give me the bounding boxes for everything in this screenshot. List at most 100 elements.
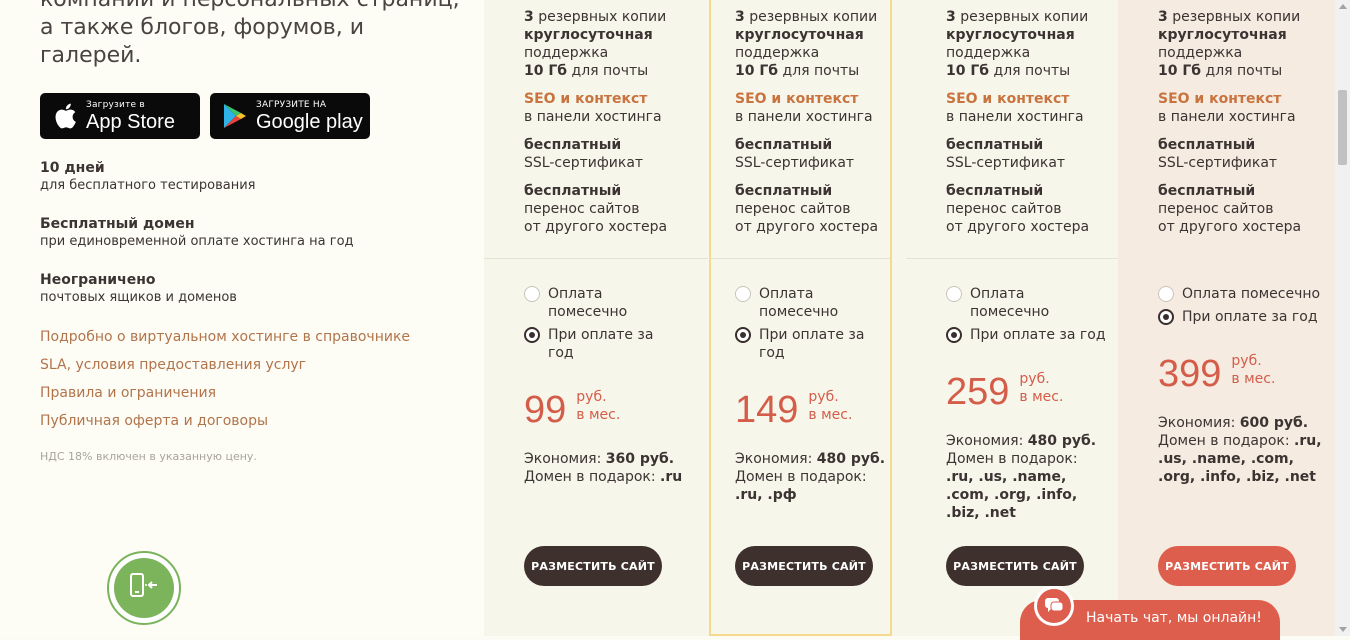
google-play-badge[interactable]: ЗАГРУЗИТЕ НА Google play — [210, 93, 370, 139]
google-play-big: Google play — [256, 110, 363, 133]
gift-domains: .com, .org, .info, — [946, 487, 1078, 503]
backups-num: 3 — [524, 9, 534, 25]
plan-price: 149 руб. в мес. — [735, 389, 853, 430]
plan-savings: Экономия: 480 руб. Домен в подарок: .ru,… — [946, 432, 1096, 522]
scroll-up-arrow-icon[interactable] — [1339, 4, 1347, 9]
radio-button-selected[interactable] — [1158, 309, 1174, 325]
transfer-text: перенос сайтов — [946, 201, 1062, 217]
support-text: поддержка — [524, 45, 609, 61]
transfer-text: от другого хостера — [1158, 219, 1302, 235]
radio-yearly[interactable]: При оплате за год — [735, 326, 864, 362]
radio-label: Оплата — [548, 286, 603, 302]
radio-button-selected[interactable] — [524, 327, 540, 343]
plan-ssl: бесплатный SSL-сертификат — [524, 136, 643, 172]
support-bold: круглосуточная — [946, 27, 1075, 43]
gift-domains: .biz, .net — [946, 505, 1016, 521]
radio-label: При оплате за — [548, 327, 654, 343]
place-site-button[interactable]: РАЗМЕСТИТЬ САЙТ — [946, 546, 1084, 586]
radio-button[interactable] — [735, 286, 751, 302]
savings-value: 600 руб. — [1239, 415, 1309, 431]
mail-bold: 10 Гб — [1158, 63, 1202, 79]
radio-monthly[interactable]: Оплата помесечно — [1158, 285, 1320, 303]
seo-bold: SEO и контекст — [524, 91, 648, 107]
mail-text: для почты — [567, 63, 649, 79]
link-offer[interactable]: Публичная оферта и договоры — [40, 412, 268, 430]
ssl-bold: бесплатный — [524, 137, 622, 153]
gift-label: Домен в подарок: — [1158, 433, 1290, 449]
plan-price: 259 руб. в мес. — [946, 371, 1063, 412]
radio-yearly[interactable]: При оплате за год — [946, 326, 1106, 344]
mobile-callback-button[interactable] — [107, 551, 181, 625]
price-period: в мес. — [808, 407, 853, 423]
radio-button[interactable] — [524, 286, 540, 302]
backups-text: резервных копии — [955, 9, 1089, 25]
seo-text: в панели хостинга — [735, 109, 873, 125]
support-text: поддержка — [1158, 45, 1243, 61]
gift-label: Домен в подарок: — [524, 469, 656, 485]
radio-button[interactable] — [946, 286, 962, 302]
radio-yearly[interactable]: При оплате за год — [1158, 308, 1318, 326]
feature-free-domain: Бесплатный домен при единовременной опла… — [40, 215, 354, 251]
plan-savings: Экономия: 600 руб. Домен в подарок: .ru,… — [1158, 414, 1322, 486]
seo-bold: SEO и контекст — [946, 91, 1070, 107]
backups-text: резервных копии — [533, 9, 667, 25]
radio-button-selected[interactable] — [946, 327, 962, 343]
plan-seo: SEO и контекст в панели хостинга — [1158, 90, 1296, 126]
scrollbar[interactable] — [1335, 0, 1350, 636]
plan-features: 3 резервных копии круглосуточная поддерж… — [1158, 8, 1300, 80]
savings-value: 480 руб. — [816, 451, 886, 467]
feature-unlimited: Неограничено почтовых ящиков и доменов — [40, 271, 237, 307]
plan-features: 3 резервных копии круглосуточная поддерж… — [946, 8, 1088, 80]
plan-features: 3 резервных копии круглосуточная поддерж… — [524, 8, 666, 80]
place-site-button[interactable]: РАЗМЕСТИТЬ САЙТ — [524, 546, 662, 586]
feature-title: 10 дней — [40, 160, 105, 176]
seo-text: в панели хостинга — [946, 109, 1084, 125]
ssl-bold: бесплатный — [946, 137, 1044, 153]
plan-card: 3 резервных копии круглосуточная поддерж… — [484, 0, 708, 636]
transfer-text: перенос сайтов — [735, 201, 851, 217]
radio-yearly[interactable]: При оплате за год — [524, 326, 653, 362]
chat-widget[interactable]: Начать чат, мы онлайн! — [1020, 586, 1280, 640]
ssl-text: SSL-сертификат — [1158, 155, 1278, 171]
app-store-badge[interactable]: Загрузите в App Store — [40, 93, 200, 139]
divider — [484, 258, 708, 259]
plan-ssl: бесплатный SSL-сертификат — [1158, 136, 1277, 172]
scrollbar-thumb[interactable] — [1338, 90, 1347, 165]
chat-label: Начать чат, мы онлайн! — [1086, 610, 1262, 626]
price-period: в мес. — [1231, 371, 1276, 387]
price-currency: руб. — [576, 389, 607, 405]
link-sla[interactable]: SLA, условия предоставления услуг — [40, 356, 306, 374]
ssl-text: SSL-сертификат — [524, 155, 644, 171]
seo-bold: SEO и контекст — [735, 91, 859, 107]
transfer-text: перенос сайтов — [1158, 201, 1274, 217]
place-site-button[interactable]: РАЗМЕСТИТЬ САЙТ — [735, 546, 873, 586]
transfer-text: от другого хостера — [524, 219, 668, 235]
place-site-button[interactable]: РАЗМЕСТИТЬ САЙТ — [1158, 546, 1296, 586]
radio-monthly[interactable]: Оплата помесечно — [735, 285, 838, 321]
feature-sub: почтовых ящиков и доменов — [40, 290, 237, 305]
scroll-down-arrow-icon[interactable] — [1339, 627, 1347, 632]
apple-icon — [52, 101, 78, 131]
google-play-small: ЗАГРУЗИТЕ НА — [256, 99, 327, 110]
radio-monthly[interactable]: Оплата помесечно — [524, 285, 627, 321]
gift-domains: .ru — [660, 469, 683, 485]
price-period: в мес. — [576, 407, 621, 423]
radio-button-selected[interactable] — [735, 327, 751, 343]
gift-label: Домен в подарок: — [735, 469, 867, 485]
savings-label: Экономия: — [946, 433, 1024, 449]
radio-label: год — [759, 345, 785, 361]
radio-button[interactable] — [1158, 286, 1174, 302]
link-hosting-help[interactable]: Подробно о виртуальном хостинге в справо… — [40, 328, 410, 346]
mail-text: для почты — [1201, 63, 1283, 79]
tagline: компаний и персональных страниц, а также… — [40, 0, 460, 68]
plan-transfer: бесплатный перенос сайтов от другого хос… — [524, 182, 667, 236]
support-bold: круглосуточная — [524, 27, 653, 43]
mail-text: для почты — [778, 63, 860, 79]
gift-domains: .us, .name, .com, — [1158, 451, 1294, 467]
ssl-text: SSL-сертификат — [735, 155, 855, 171]
savings-label: Экономия: — [735, 451, 813, 467]
vat-note: НДС 18% включен в указанную цену. — [40, 450, 257, 463]
link-rules[interactable]: Правила и ограничения — [40, 384, 216, 402]
transfer-bold: бесплатный — [735, 183, 833, 199]
radio-monthly[interactable]: Оплата помесечно — [946, 285, 1049, 321]
